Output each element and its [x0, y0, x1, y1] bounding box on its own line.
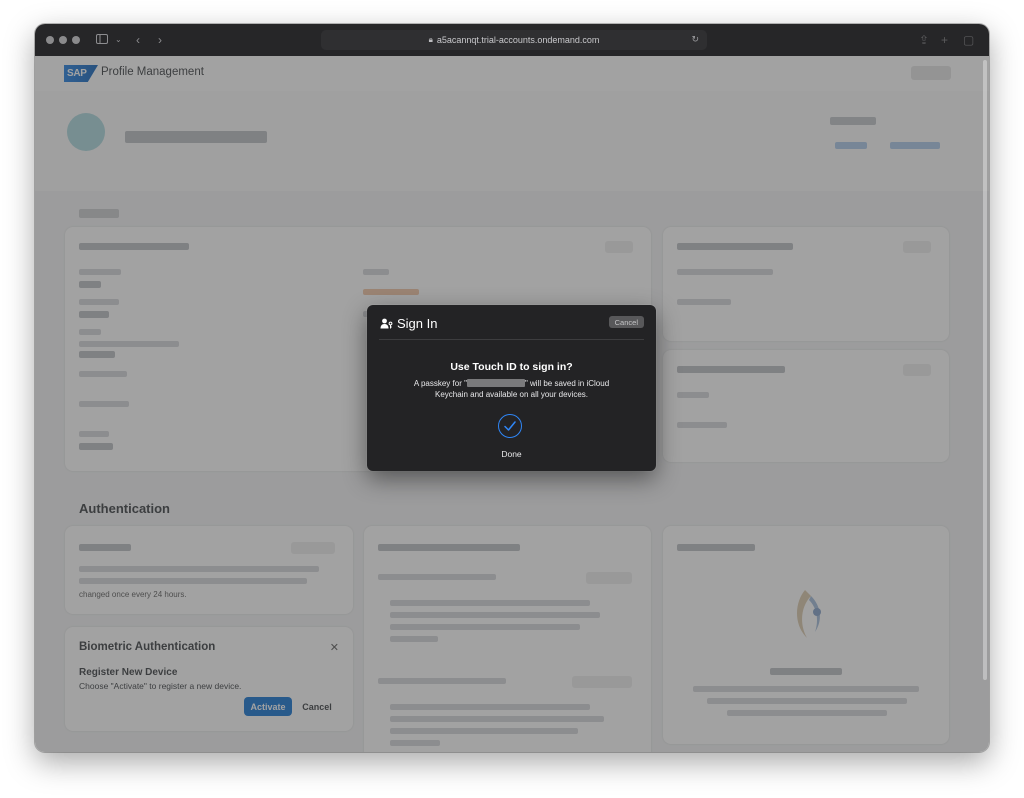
- checkmark-icon: [498, 414, 522, 438]
- browser-toolbar: ⌄ ‹ › 🔒︎ a5acannqt.trial-accounts.ondema…: [35, 24, 989, 56]
- address-bar-url: a5acannqt.trial-accounts.ondemand.com: [436, 35, 600, 45]
- scrollbar[interactable]: [983, 60, 987, 680]
- sheet-divider: [379, 339, 644, 340]
- minimize-window-button[interactable]: [59, 36, 67, 44]
- address-bar[interactable]: 🔒︎ a5acannqt.trial-accounts.ondemand.com…: [321, 30, 707, 50]
- close-window-button[interactable]: [46, 36, 54, 44]
- browser-window: ⌄ ‹ › 🔒︎ a5acannqt.trial-accounts.ondema…: [35, 24, 989, 752]
- sheet-header: Sign In: [380, 316, 437, 331]
- share-icon[interactable]: ⇪: [919, 32, 929, 48]
- window-controls: [46, 36, 80, 44]
- zoom-window-button[interactable]: [72, 36, 80, 44]
- sidebar-icon[interactable]: [96, 32, 108, 48]
- passkey-text-before: A passkey for ": [413, 379, 467, 388]
- touch-id-heading: Use Touch ID to sign in?: [450, 361, 573, 373]
- passkey-sign-in-sheet: Sign In Cancel Use Touch ID to sign in? …: [367, 305, 656, 471]
- done-label: Done: [501, 449, 522, 459]
- back-icon[interactable]: ‹: [136, 32, 140, 48]
- lock-icon: 🔒︎: [428, 35, 433, 44]
- sheet-title: Sign In: [397, 316, 438, 331]
- tab-overview-icon[interactable]: ▢: [963, 32, 974, 48]
- chevron-down-icon[interactable]: ⌄: [115, 32, 122, 48]
- person-key-icon: [380, 318, 393, 329]
- passkey-description: A passkey for " " will be saved in iCloud…: [397, 378, 626, 400]
- reload-icon[interactable]: ↻: [691, 34, 699, 45]
- redacted-domain: [466, 379, 525, 387]
- forward-icon[interactable]: ›: [158, 32, 162, 48]
- new-tab-icon[interactable]: +: [941, 32, 948, 48]
- sheet-cancel-button[interactable]: Cancel: [608, 316, 644, 328]
